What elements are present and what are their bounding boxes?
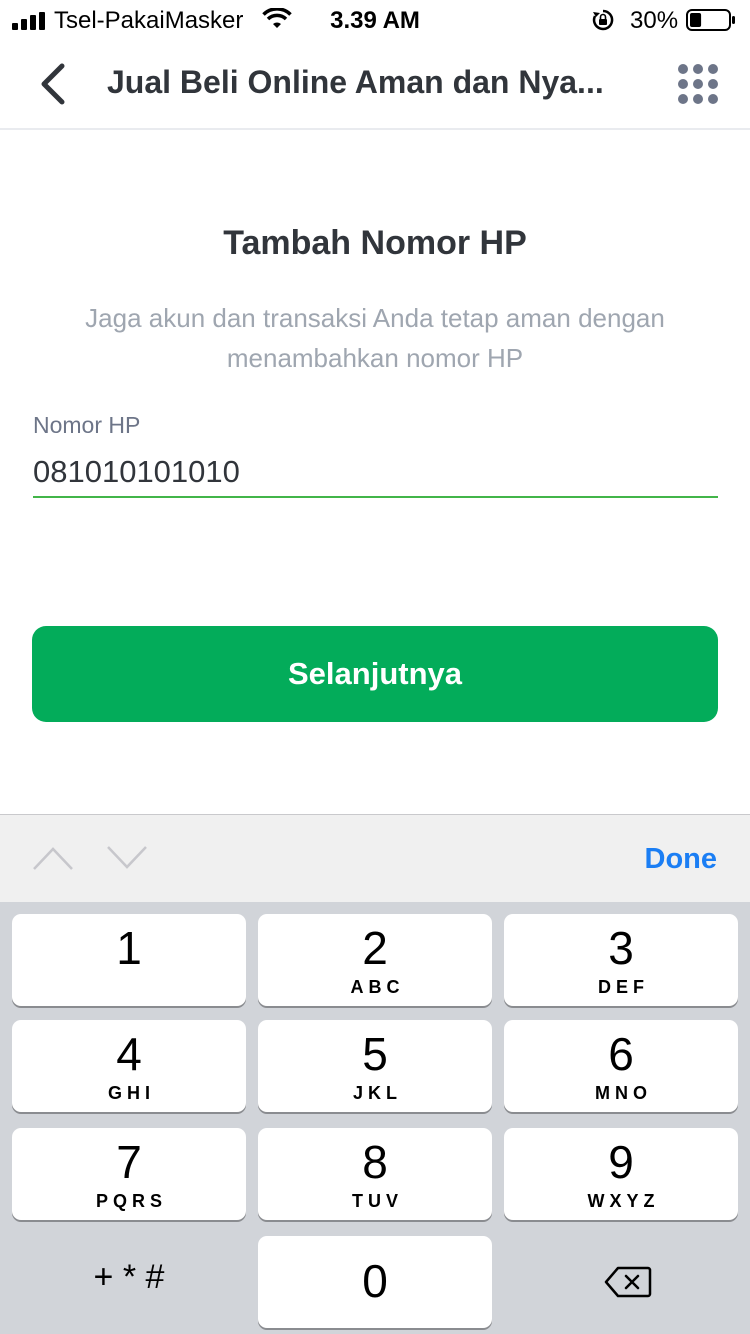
- key-digit: 4: [116, 1028, 142, 1080]
- key-9[interactable]: 9 WXYZ: [504, 1128, 738, 1220]
- key-digit: 8: [362, 1136, 388, 1188]
- delete-key[interactable]: [504, 1236, 738, 1328]
- key-3[interactable]: 3 DEF: [504, 914, 738, 1006]
- backspace-icon: [604, 1266, 652, 1298]
- key-0[interactable]: 0: [258, 1236, 492, 1328]
- battery-icon: [686, 9, 735, 31]
- key-4[interactable]: 4 GHI: [12, 1020, 246, 1112]
- nav-bar: Jual Beli Online Aman dan Nya...: [0, 40, 750, 130]
- key-letters: PQRS: [95, 1191, 167, 1211]
- keyboard-accessory-bar: Done: [0, 814, 750, 902]
- key-letters: GHI: [107, 1083, 155, 1103]
- key-6[interactable]: 6 MNO: [504, 1020, 738, 1112]
- battery-percent: 30%: [630, 7, 679, 34]
- chevron-up-icon[interactable]: [32, 845, 74, 871]
- key-1[interactable]: 1: [12, 914, 246, 1006]
- status-bar: Tsel-PakaiMasker 3.39 AM 30%: [0, 0, 750, 40]
- done-button[interactable]: Done: [645, 843, 718, 876]
- key-letters: ABC: [350, 977, 405, 997]
- chevron-down-icon[interactable]: [106, 845, 148, 871]
- key-digit: 2: [362, 922, 388, 974]
- key-digit: 9: [608, 1136, 634, 1188]
- orientation-lock-icon: [592, 9, 614, 31]
- key-7[interactable]: 7 PQRS: [12, 1128, 246, 1220]
- key-digit: 5: [362, 1028, 388, 1080]
- key-letters: JKL: [352, 1083, 402, 1103]
- key-digit: 0: [362, 1255, 388, 1307]
- chevron-left-icon[interactable]: [36, 62, 68, 106]
- key-digit: 3: [608, 922, 634, 974]
- key-digit: 6: [608, 1028, 634, 1080]
- key-5[interactable]: 5 JKL: [258, 1020, 492, 1112]
- grid-dots-icon[interactable]: [676, 62, 720, 106]
- key-digit: 7: [116, 1136, 142, 1188]
- next-button[interactable]: Selanjutnya: [32, 626, 718, 722]
- key-2[interactable]: 2 ABC: [258, 914, 492, 1006]
- key-letters: WXYZ: [587, 1191, 660, 1211]
- phone-number-input[interactable]: [33, 448, 718, 498]
- form-subtitle: Jaga akun dan transaksi Anda tetap aman …: [85, 303, 665, 373]
- key-symbols[interactable]: + * #: [12, 1236, 246, 1328]
- key-8[interactable]: 8 TUV: [258, 1128, 492, 1220]
- form-title: Tambah Nomor HP: [223, 224, 527, 262]
- phone-field-label: Nomor HP: [33, 412, 141, 438]
- key-letters: DEF: [598, 977, 649, 997]
- numeric-keypad: 1 2 ABC 3 DEF 4 GHI 5 JKL 6 MNO 7 PQRS 8…: [0, 902, 750, 1334]
- key-letters: MNO: [595, 1083, 652, 1103]
- key-letters: TUV: [352, 1191, 403, 1211]
- page-title: Jual Beli Online Aman dan Nya...: [107, 64, 604, 100]
- key-digit: 1: [116, 922, 142, 974]
